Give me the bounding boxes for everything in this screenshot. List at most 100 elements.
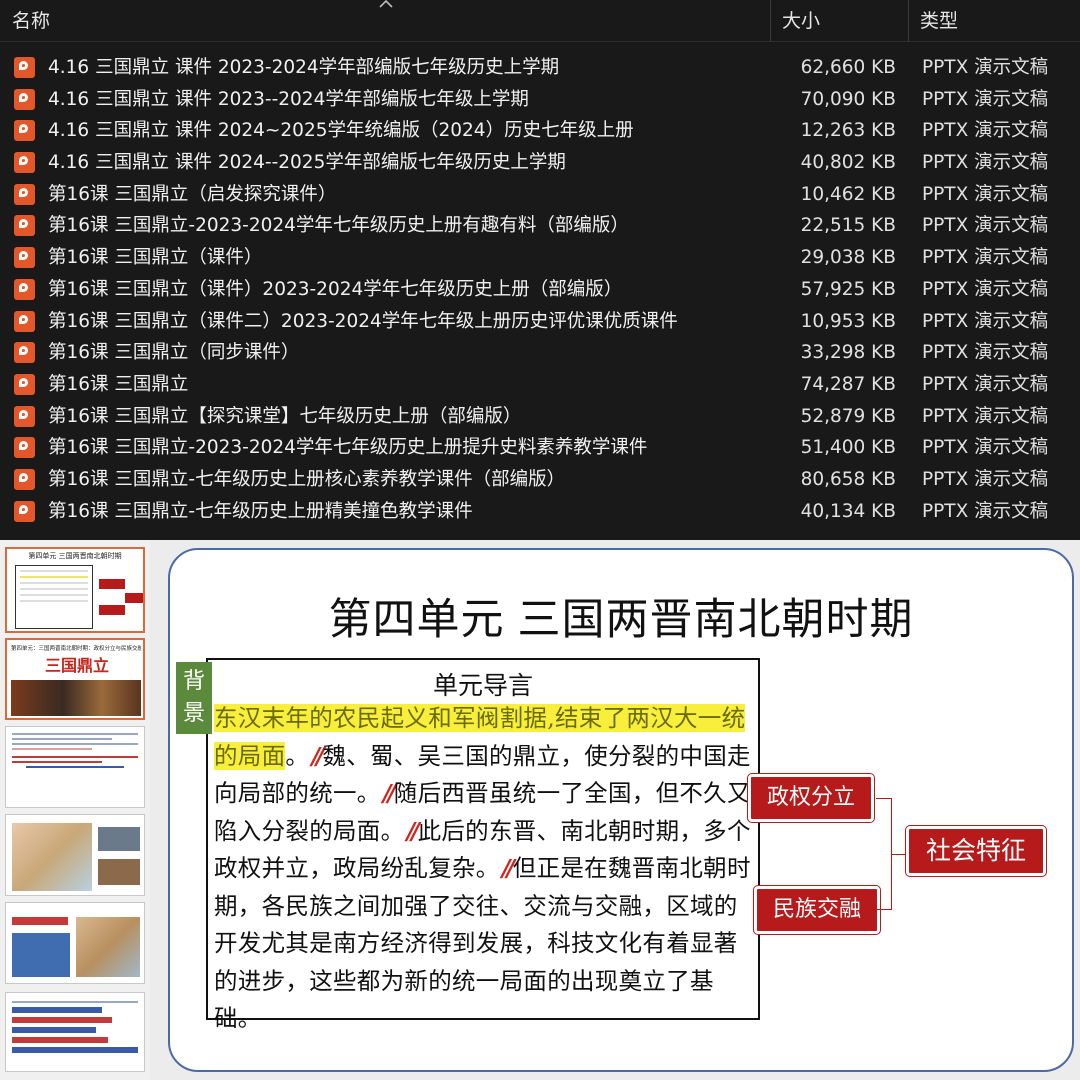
divider-slash: // xyxy=(501,854,515,882)
file-name: 4.16 三国鼎立 课件 2023--2024学年部编版七年级上学期 xyxy=(48,88,529,110)
file-row[interactable]: 第16课 三国鼎立（同步课件） 33,298 KB PPTX 演示文稿 xyxy=(0,337,1080,369)
slide-thumbnail-6[interactable] xyxy=(5,992,145,1072)
file-size: 10,953 KB xyxy=(800,310,896,332)
file-name: 第16课 三国鼎立（启发探究课件） xyxy=(48,183,337,205)
powerpoint-file-icon xyxy=(14,342,35,364)
file-type: PPTX 演示文稿 xyxy=(922,215,1049,237)
file-type: PPTX 演示文稿 xyxy=(922,405,1049,427)
file-row[interactable]: 第16课 三国鼎立（课件） 29,038 KB PPTX 演示文稿 xyxy=(0,242,1080,274)
file-row[interactable]: 第16课 三国鼎立（课件）2023-2024学年七年级历史上册（部编版） 57,9… xyxy=(0,274,1080,306)
file-size: 10,462 KB xyxy=(800,183,896,205)
file-row[interactable]: 第16课 三国鼎立【探究课堂】七年级历史上册（部编版） 52,879 KB PPTX… xyxy=(0,401,1080,433)
file-name: 第16课 三国鼎立（课件二）2023-2024学年七年级上册历史评优课优质课件 xyxy=(48,310,678,332)
file-row[interactable]: 4.16 三国鼎立 课件 2024--2025学年部编版七年级历史上学期 40,8… xyxy=(0,147,1080,179)
column-divider[interactable] xyxy=(770,0,771,42)
file-explorer: 名称 大小 类型 4.16 三国鼎立 课件 2023-2024学年部编版七年级历… xyxy=(0,0,1080,540)
slide-title: 第四单元 三国两晋南北朝时期 xyxy=(328,596,914,644)
slide-thumbnail-2[interactable]: 第四单元：三国两晋南北朝时期：政权分立与民族交融 三国鼎立 xyxy=(5,638,145,720)
slide-thumbnail-5[interactable] xyxy=(5,902,145,984)
powerpoint-file-icon xyxy=(14,437,35,459)
thumbnail-title: 第四单元 三国两晋南北朝时期 xyxy=(28,552,122,560)
powerpoint-file-icon xyxy=(14,468,35,490)
presentation-view: 第四单元 三国两晋南北朝时期 第四单元：三国两晋南北朝时期：政权分立与民族交融 … xyxy=(0,540,1080,1080)
file-type: PPTX 演示文稿 xyxy=(922,500,1049,522)
file-name: 第16课 三国鼎立【探究课堂】七年级历史上册（部编版） xyxy=(48,405,522,427)
slide-thumbnail-3[interactable] xyxy=(5,726,145,808)
thumbnail-red-box xyxy=(99,579,125,589)
powerpoint-file-icon xyxy=(14,373,35,395)
divider-slash: // xyxy=(311,741,324,770)
powerpoint-file-icon xyxy=(14,310,35,332)
thumbnail-image xyxy=(98,859,140,885)
thumbnail-map xyxy=(12,823,92,891)
file-row[interactable]: 第16课 三国鼎立-七年级历史上册精美撞色教学课件 40,134 KB PPTX 演… xyxy=(0,496,1080,528)
thumbnail-box xyxy=(12,933,70,977)
thumbnail-text-box xyxy=(15,565,93,629)
file-size: 22,515 KB xyxy=(800,215,896,237)
file-row[interactable]: 4.16 三国鼎立 课件 2023-2024学年部编版七年级历史上学期 62,66… xyxy=(0,52,1080,84)
slide-canvas[interactable]: 第四单元 三国两晋南北朝时期 单元导言 东汉末年的农民起义和军阀割据,结束了两汉… xyxy=(168,548,1074,1072)
unit-intro-title: 单元导言 xyxy=(432,671,533,700)
slide-thumbnail-4[interactable] xyxy=(5,814,145,896)
file-type: PPTX 演示文稿 xyxy=(922,247,1049,269)
social-features-box: 社会特征 xyxy=(905,825,1047,877)
powerpoint-file-icon xyxy=(14,247,35,269)
column-header-type[interactable]: 类型 xyxy=(920,0,958,42)
file-row[interactable]: 第16课 三国鼎立（课件二）2023-2024学年七年级上册历史评优课优质课件 1… xyxy=(0,306,1080,338)
file-size: 33,298 KB xyxy=(800,342,896,364)
ethnic-integration-box: 民族交融 xyxy=(753,885,881,935)
file-row[interactable]: 4.16 三国鼎立 课件 2023--2024学年部编版七年级上学期 70,090… xyxy=(0,84,1080,116)
file-name: 第16课 三国鼎立-七年级历史上册精美撞色教学课件 xyxy=(48,500,473,522)
powerpoint-file-icon xyxy=(14,88,35,110)
file-type: PPTX 演示文稿 xyxy=(922,88,1049,110)
thumbnail-red-box xyxy=(125,593,143,603)
column-header-bar: 名称 大小 类型 xyxy=(0,0,1080,42)
file-size: 74,287 KB xyxy=(800,373,896,395)
slide-thumbnail-panel: 第四单元 三国两晋南北朝时期 第四单元：三国两晋南北朝时期：政权分立与民族交融 … xyxy=(0,540,150,1080)
thumbnail-red-box xyxy=(99,605,125,615)
file-row[interactable]: 4.16 三国鼎立 课件 2024~2025学年统编版（2024）历史七年级上册… xyxy=(0,115,1080,147)
file-name: 第16课 三国鼎立-七年级历史上册核心素养教学课件（部编版） xyxy=(48,468,566,490)
powerpoint-file-icon xyxy=(14,183,35,205)
powerpoint-file-icon xyxy=(14,215,35,237)
file-type: PPTX 演示文稿 xyxy=(922,342,1049,364)
file-row[interactable]: 第16课 三国鼎立 74,287 KB PPTX 演示文稿 xyxy=(0,369,1080,401)
unit-intro-box: 单元导言 东汉末年的农民起义和军阀割据,结束了两汉大一统的局面。//魏、蜀、吴三… xyxy=(206,658,760,1032)
slide-thumbnail-1[interactable]: 第四单元 三国两晋南北朝时期 xyxy=(5,547,145,633)
column-header-size[interactable]: 大小 xyxy=(782,0,820,42)
file-name: 4.16 三国鼎立 课件 2024~2025学年统编版（2024）历史七年级上册 xyxy=(48,120,634,142)
powerpoint-file-icon xyxy=(14,57,35,78)
thumbnail-label xyxy=(12,917,68,925)
file-type: PPTX 演示文稿 xyxy=(922,183,1049,205)
thumbnail-title: 三国鼎立 xyxy=(44,656,109,675)
file-name: 第16课 三国鼎立（课件） xyxy=(48,247,263,269)
file-size: 80,658 KB xyxy=(800,468,896,490)
file-name: 4.16 三国鼎立 课件 2023-2024学年部编版七年级历史上学期 xyxy=(48,57,560,78)
file-name: 第16课 三国鼎立（同步课件） xyxy=(48,342,300,364)
column-header-name[interactable]: 名称 xyxy=(12,0,50,42)
thumbnail-header: 第四单元：三国两晋南北朝时期：政权分立与民族交融 xyxy=(11,646,141,652)
powerpoint-file-icon xyxy=(14,278,35,300)
file-row[interactable]: 第16课 三国鼎立-七年级历史上册核心素养教学课件（部编版） 80,658 KB P… xyxy=(0,464,1080,496)
powerpoint-file-icon xyxy=(14,500,35,522)
file-type: PPTX 演示文稿 xyxy=(922,310,1049,332)
divider-slash: // xyxy=(382,779,396,807)
file-size: 40,802 KB xyxy=(800,152,896,174)
chevron-up-icon[interactable] xyxy=(378,0,394,10)
file-name: 4.16 三国鼎立 课件 2024--2025学年部编版七年级历史上学期 xyxy=(48,152,566,174)
file-size: 62,660 KB xyxy=(800,57,896,78)
file-row[interactable]: 第16课 三国鼎立-2023-2024学年七年级历史上册有趣有料（部编版） 22,… xyxy=(0,210,1080,242)
bracket-connector xyxy=(876,798,892,910)
bracket-connector xyxy=(892,854,906,855)
file-name: 第16课 三国鼎立（课件）2023-2024学年七年级历史上册（部编版） xyxy=(48,278,623,300)
column-divider[interactable] xyxy=(908,0,909,42)
file-row[interactable]: 第16课 三国鼎立（启发探究课件） 10,462 KB PPTX 演示文稿 xyxy=(0,179,1080,211)
file-size: 29,038 KB xyxy=(800,247,896,269)
thumbnail-map xyxy=(76,917,140,977)
file-row[interactable]: 第16课 三国鼎立-2023-2024学年七年级历史上册提升史料素养教学课件 51… xyxy=(0,432,1080,464)
file-size: 52,879 KB xyxy=(800,405,896,427)
powerpoint-file-icon xyxy=(14,152,35,174)
file-type: PPTX 演示文稿 xyxy=(922,437,1049,459)
thumbnail-image xyxy=(98,827,140,851)
thumbnail-image xyxy=(11,680,141,716)
